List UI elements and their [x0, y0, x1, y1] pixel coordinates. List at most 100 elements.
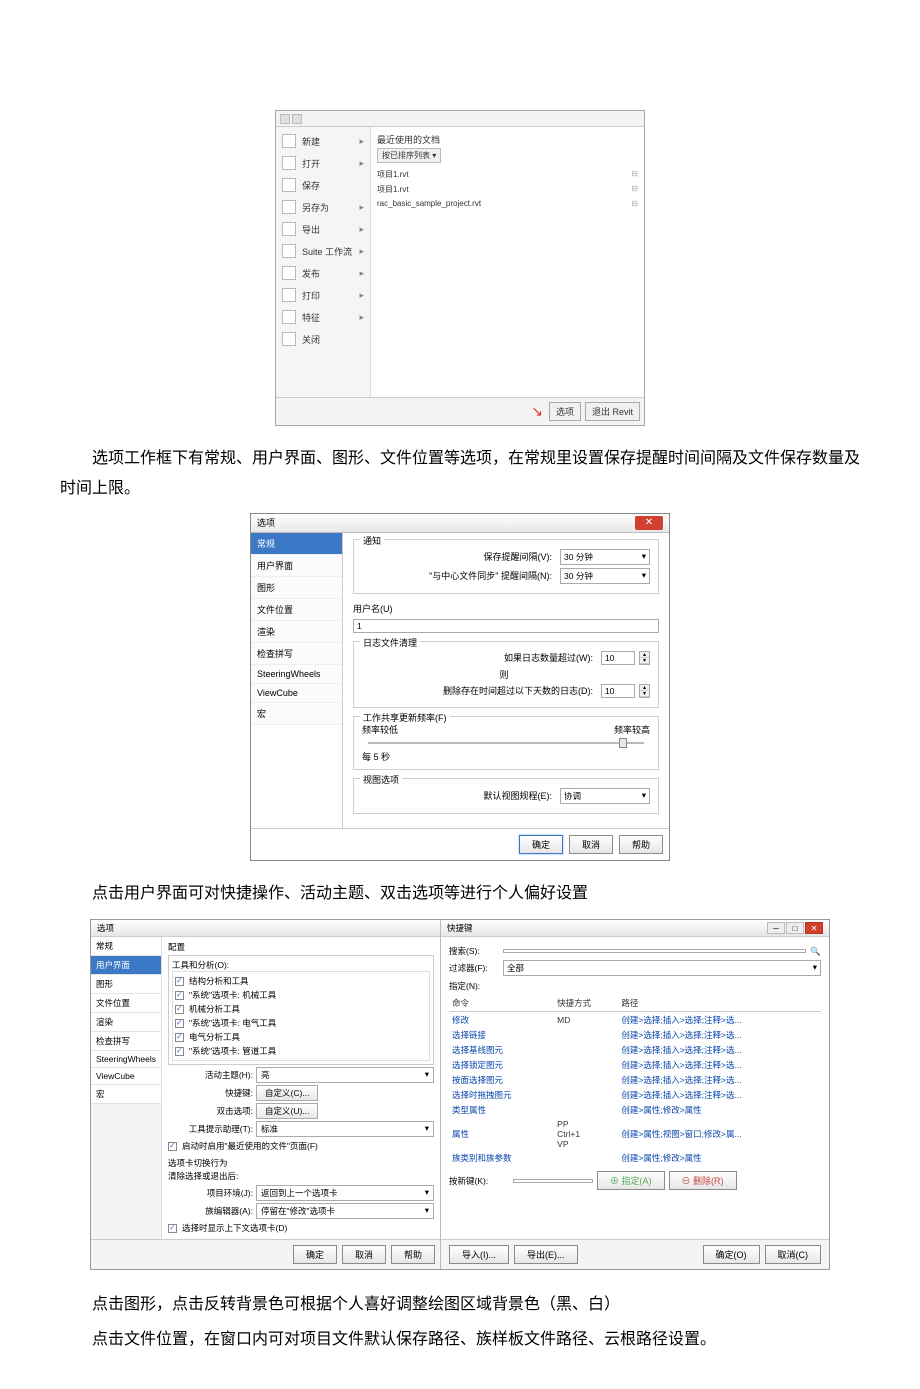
tool-checkbox[interactable]: "系统"选项卡: 机械工具: [175, 988, 427, 1002]
search-icon[interactable]: 🔍: [810, 946, 821, 957]
remove-button[interactable]: ⊖ 删除(R): [669, 1171, 737, 1190]
pin-icon[interactable]: ⊟: [631, 184, 638, 195]
menu-label: 发布: [302, 267, 320, 280]
menu-item[interactable]: Suite 工作流▸: [276, 240, 370, 262]
table-row[interactable]: 类型属性创建>属性;修改>属性: [449, 1102, 821, 1117]
context-tab-checkbox[interactable]: 选择时显示上下文选项卡(D): [168, 1221, 434, 1235]
close-icon[interactable]: ✕: [635, 516, 663, 530]
table-row[interactable]: 按面选择图元创建>选择;插入>选择;注释>选...: [449, 1072, 821, 1087]
col-header[interactable]: 快捷方式: [554, 995, 618, 1012]
menu-item[interactable]: 打印▸: [276, 284, 370, 306]
tooltip-select[interactable]: 标准▾: [256, 1121, 434, 1137]
save-interval-select[interactable]: 30 分钟▾: [560, 549, 650, 565]
sidebar-tab[interactable]: ViewCube: [251, 684, 342, 703]
cancel-button[interactable]: 取消: [569, 835, 613, 854]
ok-button[interactable]: 确定: [519, 835, 563, 854]
pin-icon[interactable]: ⊟: [631, 169, 638, 180]
sidebar-tab[interactable]: 检查拼写: [91, 1032, 161, 1051]
table-row[interactable]: 修改MD创建>选择;插入>选择;注释>选...: [449, 1012, 821, 1028]
menu-item[interactable]: 发布▸: [276, 262, 370, 284]
cancel-button[interactable]: 取消(C): [765, 1245, 822, 1264]
sync-interval-select[interactable]: 30 分钟▾: [560, 568, 650, 584]
sidebar-tab[interactable]: 常规: [91, 937, 161, 956]
shortcut-customize-button[interactable]: 自定义(C)...: [256, 1085, 318, 1101]
proj-env-select[interactable]: 返回到上一个选项卡▾: [256, 1185, 434, 1201]
pin-icon[interactable]: ⊟: [631, 199, 638, 208]
sidebar-tab[interactable]: 检查拼写: [251, 643, 342, 665]
spinner[interactable]: ▴▾: [639, 651, 650, 665]
tool-checkbox[interactable]: 机械分析工具: [175, 1002, 427, 1016]
sidebar-tab[interactable]: SteeringWheels: [251, 665, 342, 684]
sidebar-tab[interactable]: 渲染: [251, 621, 342, 643]
recent-file[interactable]: 项目1.rvt⊟: [377, 167, 638, 182]
search-input[interactable]: [503, 949, 806, 953]
menu-item[interactable]: 保存: [276, 174, 370, 196]
tool-checkbox[interactable]: 管道分析工具: [175, 1058, 427, 1061]
table-row[interactable]: 选择锁定图元创建>选择;插入>选择;注释>选...: [449, 1057, 821, 1072]
newkey-input[interactable]: [513, 1179, 593, 1183]
frequency-slider[interactable]: [362, 742, 650, 744]
col-header[interactable]: 命令: [449, 995, 554, 1012]
log-days-input[interactable]: 10: [601, 684, 635, 698]
recent-file[interactable]: rac_basic_sample_project.rvt⊟: [377, 197, 638, 210]
sidebar-tab[interactable]: 图形: [91, 975, 161, 994]
sidebar-tab[interactable]: ViewCube: [91, 1068, 161, 1085]
table-row[interactable]: 族类别和族参数创建>属性;修改>属性: [449, 1150, 821, 1165]
help-button[interactable]: 帮助: [619, 835, 663, 854]
sidebar-tab[interactable]: 宏: [91, 1085, 161, 1104]
menu-item[interactable]: 特征▸: [276, 306, 370, 328]
tool-checkbox[interactable]: 结构分析和工具: [175, 974, 427, 988]
sidebar-tab[interactable]: 用户界面: [251, 555, 342, 577]
menu-item[interactable]: 导出▸: [276, 218, 370, 240]
recent-files-checkbox[interactable]: 启动时启用"最近使用的文件"页面(F): [168, 1139, 434, 1153]
sort-dropdown[interactable]: 按已排序列表 ▾: [377, 148, 441, 163]
menu-label: 特征: [302, 311, 320, 324]
spinner[interactable]: ▴▾: [639, 684, 650, 698]
sidebar-tab[interactable]: 用户界面: [91, 956, 161, 975]
tool-checkbox[interactable]: "系统"选项卡: 管道工具: [175, 1044, 427, 1058]
discipline-select[interactable]: 协调▾: [560, 788, 650, 804]
help-button[interactable]: 帮助: [391, 1245, 435, 1264]
close-icon[interactable]: ✕: [805, 922, 823, 934]
log-count-input[interactable]: 10: [601, 651, 635, 665]
sidebar-tab[interactable]: 常规: [251, 533, 342, 555]
menu-item[interactable]: 新建▸: [276, 130, 370, 152]
sidebar-tab[interactable]: 渲染: [91, 1013, 161, 1032]
theme-select[interactable]: 亮▾: [256, 1067, 434, 1083]
table-row[interactable]: 属性PPCtrl+1VP创建>属性;视图>窗口;修改>属...: [449, 1117, 821, 1150]
assign-button[interactable]: ⊕ 指定(A): [597, 1171, 665, 1190]
sidebar-tab[interactable]: 文件位置: [251, 599, 342, 621]
maximize-icon[interactable]: □: [786, 922, 804, 934]
table-row[interactable]: 选择链接创建>选择;插入>选择;注释>选...: [449, 1027, 821, 1042]
username-input[interactable]: 1: [353, 619, 659, 633]
qat-icon[interactable]: [280, 114, 290, 124]
filter-select[interactable]: 全部▾: [503, 960, 821, 976]
import-button[interactable]: 导入(I)...: [449, 1245, 509, 1264]
sidebar-tab[interactable]: SteeringWheels: [91, 1051, 161, 1068]
sidebar-tab[interactable]: 宏: [251, 703, 342, 725]
tool-checkbox[interactable]: 电气分析工具: [175, 1030, 427, 1044]
table-row[interactable]: 选择时拖拽图元创建>选择;插入>选择;注释>选...: [449, 1087, 821, 1102]
menu-item[interactable]: 打开▸: [276, 152, 370, 174]
table-row[interactable]: 选择基线图元创建>选择;插入>选择;注释>选...: [449, 1042, 821, 1057]
tool-checkbox[interactable]: "系统"选项卡: 电气工具: [175, 1016, 427, 1030]
export-button[interactable]: 导出(E)...: [514, 1245, 578, 1264]
cancel-button[interactable]: 取消: [342, 1245, 386, 1264]
dblclick-customize-button[interactable]: 自定义(U)...: [256, 1103, 318, 1119]
col-header[interactable]: 路径: [618, 995, 821, 1012]
menu-item[interactable]: 关闭: [276, 328, 370, 350]
options-button[interactable]: 选项: [549, 402, 581, 421]
sidebar-tab[interactable]: 图形: [251, 577, 342, 599]
ok-button[interactable]: 确定: [293, 1245, 337, 1264]
ok-button[interactable]: 确定(O): [703, 1245, 760, 1264]
sidebar-tab[interactable]: 文件位置: [91, 994, 161, 1013]
file-name: 项目1.rvt: [377, 184, 409, 195]
qat-icon[interactable]: [292, 114, 302, 124]
fam-ed-select[interactable]: 停留在"修改"选项卡▾: [256, 1203, 434, 1219]
menu-item[interactable]: 另存为▸: [276, 196, 370, 218]
options-sidebar: 常规用户界面图形文件位置渲染检查拼写SteeringWheelsViewCube…: [251, 533, 343, 828]
recent-file[interactable]: 项目1.rvt ⊟: [377, 182, 638, 197]
label: 指定(N):: [449, 980, 821, 992]
exit-revit-button[interactable]: 退出 Revit: [585, 402, 640, 421]
minimize-icon[interactable]: ─: [767, 922, 785, 934]
